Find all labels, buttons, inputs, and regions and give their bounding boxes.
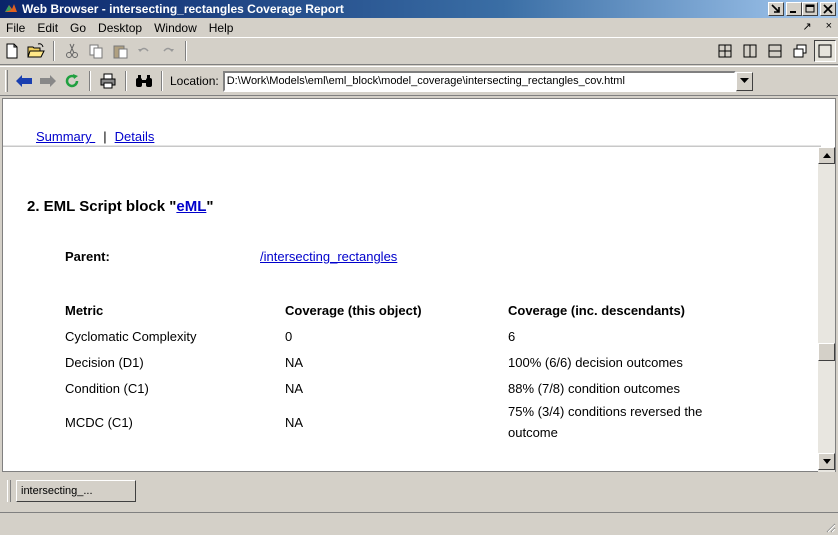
inc-cell: 6 — [508, 329, 516, 344]
heading-prefix: 2. EML Script block " — [27, 198, 177, 215]
toolbar-separator — [53, 41, 55, 61]
menubar-close-icon[interactable]: × — [826, 20, 832, 33]
print-icon[interactable] — [97, 70, 119, 92]
undo-icon[interactable] — [133, 40, 155, 62]
close-button[interactable] — [820, 2, 836, 16]
cut-icon[interactable] — [61, 40, 83, 62]
toolbar-separator — [185, 41, 187, 61]
menu-help[interactable]: Help — [203, 21, 240, 35]
location-dropdown-button[interactable] — [735, 71, 753, 91]
menu-edit[interactable]: Edit — [31, 21, 64, 35]
minimize-icon — [790, 11, 796, 13]
parent-label: Parent: — [65, 249, 110, 264]
inc-cell-line1: 75% (3/4) conditions reversed the — [508, 404, 703, 419]
window-titlebar[interactable]: Web Browser - intersecting_rectangles Co… — [0, 0, 838, 18]
minimize-button[interactable] — [786, 2, 802, 16]
open-folder-icon[interactable] — [25, 40, 47, 62]
document-tabbar: intersecting_... — [0, 476, 838, 506]
paste-icon[interactable] — [109, 40, 131, 62]
metric-cell: Condition (C1) — [65, 381, 149, 396]
inc-cell: 88% (7/8) condition outcomes — [508, 381, 680, 396]
scrollbar-thumb[interactable] — [818, 343, 835, 361]
document-tab-label: intersecting_... — [21, 485, 93, 497]
this-cell: NA — [285, 415, 304, 430]
metric-cell: Decision (D1) — [65, 355, 144, 370]
tile-rows-icon[interactable] — [764, 40, 786, 62]
menubar: File Edit Go Desktop Window Help ↗ × — [0, 18, 838, 37]
close-icon — [823, 4, 833, 14]
maximize-button[interactable] — [802, 2, 818, 16]
toolbar-separator — [125, 71, 127, 91]
forward-arrow-icon[interactable] — [37, 70, 59, 92]
details-link[interactable]: Details — [115, 129, 155, 144]
chevron-down-icon — [739, 78, 749, 83]
col-header-this: Coverage (this object) — [285, 303, 422, 318]
document-tab[interactable]: intersecting_... — [16, 480, 136, 502]
metric-cell: MCDC (C1) — [65, 415, 133, 430]
metric-cell: Cyclomatic Complexity — [65, 329, 197, 344]
window-title: Web Browser - intersecting_rectangles Co… — [22, 2, 344, 16]
new-page-icon[interactable] — [1, 40, 23, 62]
this-cell: NA — [285, 381, 304, 396]
navigation-toolbar: Location: D:\Work\Models\eml\eml_block\m… — [0, 66, 838, 96]
summary-link[interactable]: Summary — [36, 129, 95, 144]
statusbar — [0, 512, 838, 535]
nav-divider — [3, 145, 821, 147]
menu-file[interactable]: File — [0, 21, 31, 35]
redo-icon[interactable] — [157, 40, 179, 62]
vertical-scrollbar[interactable] — [818, 147, 835, 472]
this-cell: NA — [285, 355, 304, 370]
toolbar-separator — [89, 71, 91, 91]
eml-block-link[interactable]: eML — [176, 198, 206, 215]
tile-columns-icon[interactable] — [739, 40, 761, 62]
this-cell: 0 — [285, 329, 293, 344]
toolbar-separator — [161, 71, 163, 91]
chevron-down-icon — [822, 459, 831, 464]
tile-grid-icon[interactable] — [714, 40, 736, 62]
heading-suffix: " — [206, 198, 214, 215]
edit-toolbar — [0, 37, 838, 65]
copy-icon[interactable] — [85, 40, 107, 62]
refresh-icon[interactable] — [61, 70, 83, 92]
menu-go[interactable]: Go — [64, 21, 92, 35]
resize-grip-icon[interactable] — [824, 521, 836, 533]
tabbar-grip — [7, 480, 11, 502]
browser-content: Summary | Details 2. EML Script block "eM… — [2, 98, 836, 472]
inc-cell-line2: outcome — [508, 425, 558, 440]
matlab-logo-icon — [3, 1, 19, 17]
section-heading: 2. EML Script block "eML" — [27, 198, 214, 215]
chevron-up-icon — [822, 153, 831, 158]
maximize-layout-icon[interactable] — [814, 40, 836, 62]
scroll-up-button[interactable] — [818, 147, 835, 164]
col-header-inc: Coverage (inc. descendants) — [508, 303, 685, 318]
menu-window[interactable]: Window — [148, 21, 203, 35]
parent-link[interactable]: /intersecting_rectangles — [260, 249, 397, 264]
location-label: Location: — [170, 74, 219, 88]
undock-arrow-icon — [771, 4, 780, 13]
location-input[interactable]: D:\Work\Models\eml\eml_block\model_cover… — [222, 70, 736, 92]
nav-separator: | — [103, 129, 107, 144]
back-arrow-icon[interactable] — [13, 70, 35, 92]
maximize-icon — [805, 4, 815, 13]
inc-cell: 100% (6/6) decision outcomes — [508, 355, 683, 370]
scroll-down-button[interactable] — [818, 453, 835, 470]
col-header-metric: Metric — [65, 303, 104, 318]
undock-button[interactable] — [768, 2, 784, 16]
menubar-undock-icon[interactable]: ↗ — [802, 20, 811, 33]
float-icon[interactable] — [789, 40, 811, 62]
toolbar-grip[interactable] — [5, 70, 8, 92]
location-value: D:\Work\Models\eml\eml_block\model_cover… — [226, 75, 625, 87]
find-icon[interactable] — [133, 70, 155, 92]
menu-desktop[interactable]: Desktop — [92, 21, 148, 35]
report-nav: Summary | Details — [36, 129, 154, 144]
